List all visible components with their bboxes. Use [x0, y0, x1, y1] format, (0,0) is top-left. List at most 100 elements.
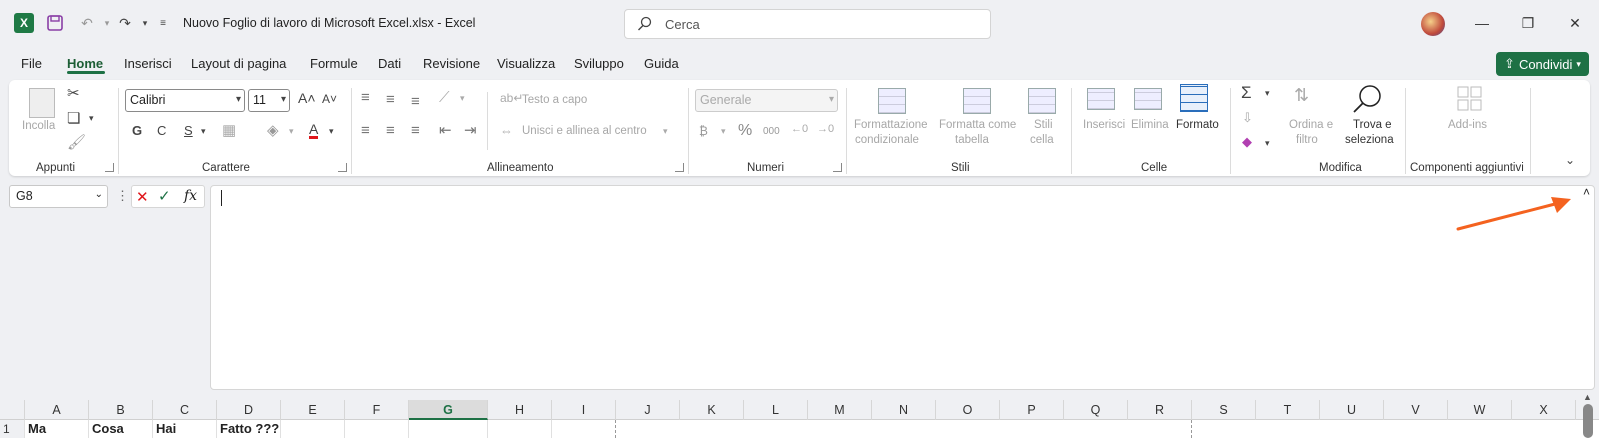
- underline-button[interactable]: S: [184, 124, 193, 137]
- cell-i1[interactable]: [552, 420, 616, 438]
- collapse-formula-bar-icon[interactable]: ˄: [1583, 185, 1590, 199]
- add-ins-icon[interactable]: [1456, 85, 1484, 113]
- column-header-s[interactable]: S: [1192, 400, 1256, 420]
- conditional-formatting-icon[interactable]: [878, 88, 906, 114]
- chevron-down-icon[interactable]: ▾: [201, 127, 206, 136]
- redo-icon[interactable]: ↷: [114, 12, 136, 34]
- find-select-icon[interactable]: [1351, 84, 1383, 114]
- select-all-corner[interactable]: [0, 400, 25, 420]
- fill-icon[interactable]: ⇩: [1242, 111, 1253, 124]
- cell-a1[interactable]: Ma: [25, 420, 89, 438]
- merge-center-button[interactable]: Unisci e allinea al centro: [522, 125, 647, 137]
- clear-icon[interactable]: ◆: [1242, 135, 1252, 148]
- tab-sviluppo[interactable]: Sviluppo: [574, 56, 624, 71]
- scrollbar-thumb[interactable]: [1583, 404, 1593, 438]
- column-header-k[interactable]: K: [680, 400, 744, 420]
- cell-e1[interactable]: [281, 420, 345, 438]
- align-right-icon[interactable]: ≡: [411, 123, 420, 138]
- conditional-formatting-label-1[interactable]: Formattazione: [854, 119, 928, 131]
- cell-d1[interactable]: Fatto ???: [217, 420, 281, 438]
- decrease-decimal-icon[interactable]: →0: [817, 124, 834, 135]
- tab-home[interactable]: Home: [67, 56, 103, 71]
- row-header-1[interactable]: 1: [0, 420, 25, 438]
- wrap-text-button[interactable]: Testo a capo: [522, 94, 587, 106]
- avatar[interactable]: [1421, 12, 1445, 36]
- increase-decimal-icon[interactable]: ←0: [791, 124, 808, 135]
- copy-icon[interactable]: ❏: [67, 111, 80, 126]
- find-select-label-2[interactable]: seleziona: [1345, 134, 1394, 146]
- column-header-f[interactable]: F: [345, 400, 409, 420]
- share-button[interactable]: ⇪ Condividi ▾: [1496, 52, 1589, 76]
- formula-input[interactable]: ˄: [210, 185, 1595, 390]
- column-header-l[interactable]: L: [744, 400, 808, 420]
- grow-font-icon[interactable]: A˄: [298, 91, 316, 105]
- paste-label[interactable]: Incolla: [22, 120, 55, 132]
- format-cells-label[interactable]: Formato: [1176, 119, 1219, 131]
- column-header-g[interactable]: G: [409, 400, 488, 420]
- customize-toolbar-icon[interactable]: ≡: [152, 12, 174, 34]
- tab-file[interactable]: File: [21, 56, 42, 71]
- search-box[interactable]: Cerca: [624, 9, 991, 39]
- column-header-p[interactable]: P: [1000, 400, 1064, 420]
- launcher-icon[interactable]: [675, 163, 684, 172]
- column-header-v[interactable]: V: [1384, 400, 1448, 420]
- format-as-table-icon[interactable]: [963, 88, 991, 114]
- chevron-down-icon[interactable]: ▾: [721, 127, 726, 136]
- name-box[interactable]: G8 ⌄: [9, 185, 108, 208]
- align-left-icon[interactable]: ≡: [361, 123, 370, 138]
- sort-filter-label-2[interactable]: filtro: [1296, 134, 1318, 146]
- chevron-down-icon[interactable]: ▾: [663, 127, 668, 136]
- conditional-formatting-label-2[interactable]: condizionale: [855, 134, 919, 146]
- launcher-icon[interactable]: [833, 163, 842, 172]
- bold-button[interactable]: G: [132, 124, 142, 137]
- fill-color-icon[interactable]: ◈: [267, 123, 279, 138]
- font-size-select[interactable]: 11 ▾: [248, 89, 290, 112]
- column-header-c[interactable]: C: [153, 400, 217, 420]
- insert-cells-icon[interactable]: [1087, 88, 1115, 110]
- align-middle-icon[interactable]: ≡: [386, 92, 395, 107]
- add-ins-label[interactable]: Add-ins: [1448, 119, 1487, 131]
- column-header-n[interactable]: N: [872, 400, 936, 420]
- cell-b1[interactable]: Cosa: [89, 420, 153, 438]
- launcher-icon[interactable]: [105, 163, 114, 172]
- column-header-q[interactable]: Q: [1064, 400, 1128, 420]
- tab-revisione[interactable]: Revisione: [423, 56, 480, 71]
- italic-button[interactable]: C: [157, 124, 166, 137]
- cell-r1[interactable]: [1128, 420, 1192, 438]
- cell-styles-label-1[interactable]: Stili: [1034, 119, 1053, 131]
- decrease-indent-icon[interactable]: ⇤: [439, 123, 452, 138]
- orientation-icon[interactable]: ⟋: [439, 90, 450, 105]
- chevron-down-icon[interactable]: ▾: [289, 127, 294, 136]
- tab-formule[interactable]: Formule: [310, 56, 358, 71]
- column-header-x[interactable]: X: [1512, 400, 1576, 420]
- column-header-b[interactable]: B: [89, 400, 153, 420]
- chevron-down-icon[interactable]: ▾: [329, 127, 334, 136]
- cell-f1[interactable]: [345, 420, 409, 438]
- merge-icon[interactable]: ⇔: [500, 124, 513, 137]
- format-as-table-label-2[interactable]: tabella: [955, 134, 989, 146]
- column-header-w[interactable]: W: [1448, 400, 1512, 420]
- column-header-r[interactable]: R: [1128, 400, 1192, 420]
- column-header-o[interactable]: O: [936, 400, 1000, 420]
- number-format-select[interactable]: Generale ▾: [695, 89, 838, 112]
- cell-h1[interactable]: [488, 420, 552, 438]
- format-painter-icon[interactable]: 🖌: [67, 135, 86, 150]
- close-icon[interactable]: ✕: [1560, 12, 1590, 34]
- align-bottom-icon[interactable]: ≡: [411, 94, 420, 109]
- column-header-i[interactable]: I: [552, 400, 616, 420]
- cell-styles-icon[interactable]: [1028, 88, 1056, 114]
- enter-icon[interactable]: ✓: [158, 187, 171, 205]
- chevron-down-icon[interactable]: ▾: [460, 94, 465, 103]
- find-select-label-1[interactable]: Trova e: [1353, 119, 1392, 131]
- borders-icon[interactable]: ▦: [222, 123, 236, 138]
- launcher-icon[interactable]: [338, 163, 347, 172]
- undo-icon[interactable]: ↶: [76, 12, 98, 34]
- shrink-font-icon[interactable]: A˅: [322, 93, 337, 105]
- autosum-icon[interactable]: Σ: [1241, 84, 1252, 101]
- ribbon-display-options-icon[interactable]: ⌄: [1565, 154, 1575, 166]
- cell-styles-label-2[interactable]: cella: [1030, 134, 1054, 146]
- chevron-down-icon[interactable]: ▾: [1265, 89, 1270, 98]
- column-header-t[interactable]: T: [1256, 400, 1320, 420]
- column-header-m[interactable]: M: [808, 400, 872, 420]
- minimize-icon[interactable]: —: [1467, 12, 1497, 34]
